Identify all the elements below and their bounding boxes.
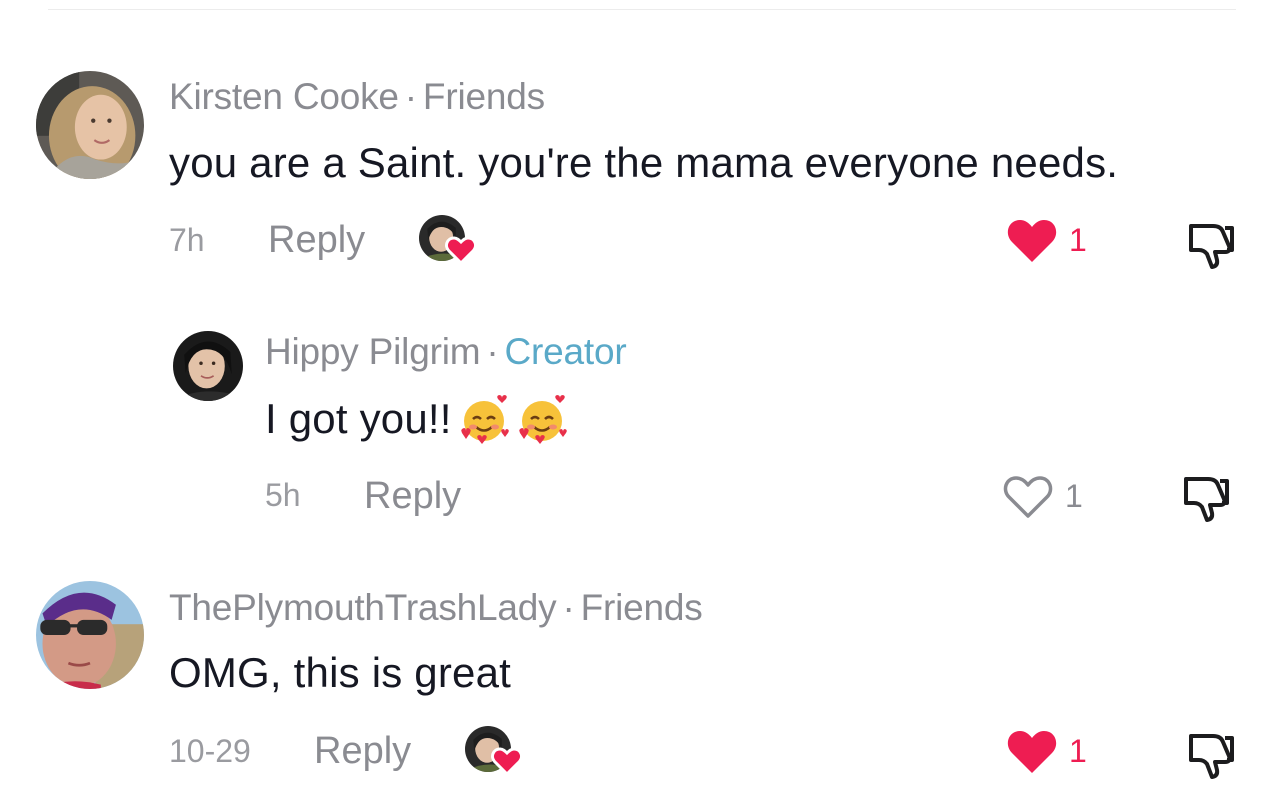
- heart-badge-icon: [491, 747, 523, 776]
- author-name[interactable]: Kirsten Cooke: [169, 76, 399, 117]
- dislike-button[interactable]: [1185, 220, 1237, 270]
- like-button[interactable]: 1: [1005, 216, 1087, 264]
- comment-time: 7h: [169, 222, 205, 258]
- comment-time: 5h: [265, 477, 301, 513]
- thumbs-down-icon: [1184, 477, 1229, 522]
- meta-separator: ·: [562, 587, 575, 628]
- meta-separator: ·: [404, 76, 417, 117]
- dislike-button[interactable]: [1185, 730, 1237, 780]
- comment-text: OMG, this is great: [169, 649, 512, 696]
- smiling-face-with-hearts-icon: [518, 395, 567, 444]
- relation-label: Friends: [580, 587, 703, 628]
- relation-label: Friends: [422, 76, 545, 117]
- avatar[interactable]: [36, 581, 144, 689]
- comment-meta: ThePlymouthTrashLady · Friends: [169, 587, 703, 629]
- comment-meta: Hippy Pilgrim · Creator: [265, 331, 627, 373]
- creator-label: Creator: [504, 331, 627, 372]
- comment-text: you are a Saint. you're the mama everyon…: [169, 139, 1119, 186]
- comment-text-content: I got you!!: [265, 395, 452, 442]
- heart-filled-icon: [1007, 220, 1057, 262]
- heart-badge-icon: [445, 236, 477, 265]
- reply-button[interactable]: Reply: [364, 475, 461, 518]
- reply-button[interactable]: Reply: [314, 730, 411, 773]
- thumbs-down-icon: [1189, 224, 1234, 269]
- like-count: 1: [1065, 477, 1083, 514]
- author-name[interactable]: ThePlymouthTrashLady: [169, 587, 557, 628]
- dislike-button[interactable]: [1180, 473, 1232, 523]
- thumbs-down-icon: [1189, 734, 1234, 779]
- like-count: 1: [1069, 732, 1087, 769]
- comment-text: I got you!!: [265, 393, 568, 445]
- avatar[interactable]: [173, 331, 243, 401]
- author-name[interactable]: Hippy Pilgrim: [265, 331, 481, 372]
- comment-meta: Kirsten Cooke · Friends: [169, 76, 545, 118]
- like-count: 1: [1069, 221, 1087, 258]
- liked-by-creator-indicator: [465, 726, 523, 778]
- reply-button[interactable]: Reply: [268, 219, 365, 262]
- heart-filled-icon: [1007, 731, 1057, 773]
- heart-outline-icon: [1003, 476, 1053, 518]
- meta-separator: ·: [486, 331, 499, 372]
- avatar[interactable]: [36, 71, 144, 179]
- like-button[interactable]: 1: [1005, 727, 1087, 775]
- like-button[interactable]: 1: [1001, 472, 1083, 520]
- smiling-face-with-hearts-icon: [460, 395, 509, 444]
- top-divider: [48, 9, 1236, 10]
- liked-by-creator-indicator: [419, 215, 477, 267]
- comment-time: 10-29: [169, 733, 251, 769]
